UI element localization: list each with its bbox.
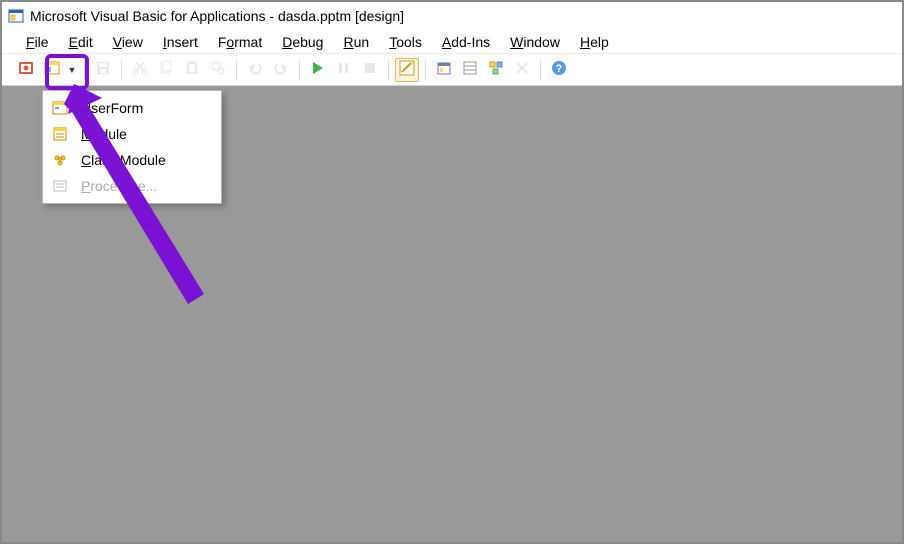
toolbox-icon — [514, 60, 530, 79]
class-icon — [51, 151, 69, 169]
title-bar: Microsoft Visual Basic for Applications … — [2, 2, 902, 30]
procedure-icon — [51, 177, 69, 195]
insert-menu-procedure: Procedure... — [45, 173, 219, 199]
cut-button — [128, 58, 152, 82]
insert-menu-classmodule[interactable]: Class Module — [45, 147, 219, 173]
paste-icon — [184, 60, 200, 79]
obj-icon — [488, 60, 504, 79]
help-icon: ? — [551, 60, 567, 79]
toolbar-separator — [84, 60, 85, 80]
insert-dropdown-menu: UserForm Module Class Module Procedure... — [42, 90, 222, 204]
toolbar-separator — [299, 60, 300, 80]
menu-file[interactable]: File — [18, 32, 57, 52]
toolbar-separator — [121, 60, 122, 80]
menu-edit[interactable]: Edit — [61, 32, 101, 52]
module-icon — [51, 125, 69, 143]
object-browser-button[interactable] — [484, 58, 508, 82]
insert-icon — [44, 60, 60, 79]
ppt-icon — [18, 60, 34, 79]
menu-format[interactable]: Format — [210, 32, 270, 52]
menu-help[interactable]: Help — [572, 32, 617, 52]
menu-window[interactable]: Window — [502, 32, 568, 52]
toolbar-separator — [388, 60, 389, 80]
menu-run[interactable]: Run — [335, 32, 377, 52]
menu-item-label: Module — [81, 126, 127, 142]
project-explorer-button[interactable] — [432, 58, 456, 82]
undo-icon — [247, 60, 263, 79]
standard-toolbar: ▼? — [2, 54, 902, 86]
insert-menu-module[interactable]: Module — [45, 121, 219, 147]
stop-icon — [363, 61, 377, 78]
design-mode-button[interactable] — [395, 58, 419, 82]
redo-icon — [273, 60, 289, 79]
menu-item-label: UserForm — [81, 100, 143, 116]
userform-icon — [51, 99, 69, 117]
menu-bar: FileEditViewInsertFormatDebugRunToolsAdd… — [2, 30, 902, 54]
reset-button — [358, 58, 382, 82]
find-icon — [210, 60, 226, 79]
redo-button — [269, 58, 293, 82]
find-button[interactable] — [206, 58, 230, 82]
undo-button — [243, 58, 267, 82]
copy-button — [154, 58, 178, 82]
menu-item-label: Class Module — [81, 152, 166, 168]
svg-text:?: ? — [556, 63, 563, 75]
menu-view[interactable]: View — [105, 32, 151, 52]
insert-object-button[interactable] — [40, 58, 64, 82]
help-button[interactable]: ? — [547, 58, 571, 82]
toolbar-separator — [540, 60, 541, 80]
toolbar-separator — [425, 60, 426, 80]
design-icon — [399, 60, 415, 79]
save-button[interactable] — [91, 58, 115, 82]
save-icon — [95, 60, 111, 79]
paste-button — [180, 58, 204, 82]
menu-insert[interactable]: Insert — [155, 32, 206, 52]
run-sub-button[interactable] — [306, 58, 330, 82]
project-icon — [436, 60, 452, 79]
window-title: Microsoft Visual Basic for Applications … — [30, 8, 404, 24]
pause-icon — [337, 61, 351, 78]
properties-window-button[interactable] — [458, 58, 482, 82]
cut-icon — [132, 60, 148, 79]
copy-icon — [158, 60, 174, 79]
insert-object-dropdown-arrow[interactable]: ▼ — [66, 58, 78, 82]
app-icon — [8, 8, 24, 24]
toolbox-button — [510, 58, 534, 82]
play-icon — [311, 61, 325, 78]
break-button — [332, 58, 356, 82]
toolbar-separator — [236, 60, 237, 80]
view-powerpoint-button[interactable] — [14, 58, 38, 82]
menu-debug[interactable]: Debug — [274, 32, 331, 52]
menu-item-label: Procedure... — [81, 178, 157, 194]
menu-addins[interactable]: Add-Ins — [434, 32, 498, 52]
insert-menu-userform[interactable]: UserForm — [45, 95, 219, 121]
props-icon — [462, 60, 478, 79]
menu-tools[interactable]: Tools — [381, 32, 430, 52]
